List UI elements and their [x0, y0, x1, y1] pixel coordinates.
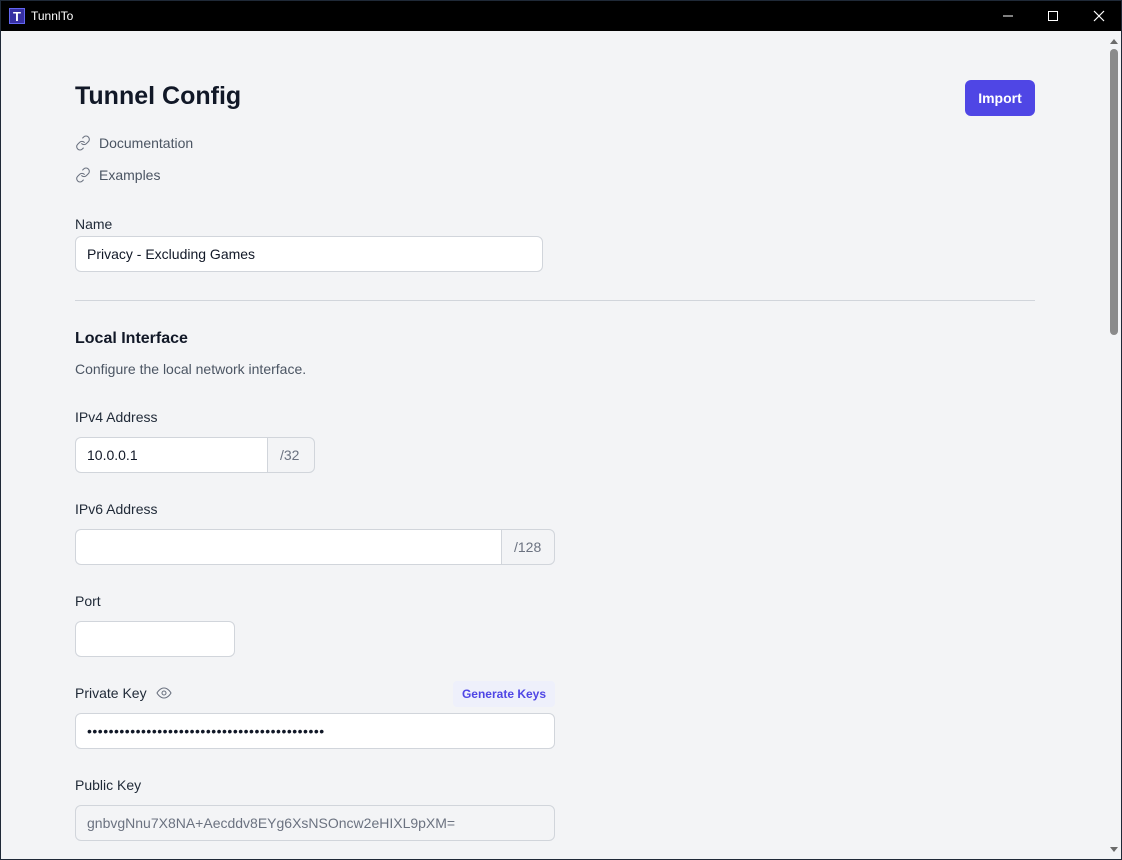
app-logo: T — [9, 8, 25, 24]
page-title: Tunnel Config — [75, 82, 242, 110]
maximize-icon — [1048, 11, 1058, 21]
ipv6-field-group: /128 — [75, 529, 555, 565]
ipv4-cidr-suffix: /32 — [267, 437, 315, 473]
ipv6-cidr-suffix: /128 — [501, 529, 555, 565]
arrow-down-icon — [1110, 847, 1118, 852]
main-content: Tunnel Config Import Documentation Examp… — [1, 32, 1106, 859]
port-input[interactable] — [75, 621, 235, 657]
ipv4-label: IPv4 Address — [75, 409, 158, 425]
scroll-down-button[interactable] — [1107, 843, 1121, 857]
scroll-up-button[interactable] — [1107, 34, 1121, 48]
close-icon — [1093, 10, 1105, 22]
arrow-up-icon — [1110, 39, 1118, 44]
ipv4-input[interactable]: 10.0.0.1 — [75, 437, 267, 473]
minimize-icon — [1003, 15, 1013, 17]
private-key-label-row: Private Key — [75, 685, 172, 701]
close-button[interactable] — [1076, 1, 1122, 31]
documentation-link[interactable]: Documentation — [75, 135, 193, 151]
examples-link[interactable]: Examples — [75, 167, 160, 183]
generate-keys-button[interactable]: Generate Keys — [453, 681, 555, 707]
ipv4-field-group: 10.0.0.1 /32 — [75, 437, 315, 473]
section-title-local-interface: Local Interface — [75, 330, 188, 347]
import-button[interactable]: Import — [965, 80, 1035, 116]
ipv4-input-value: 10.0.0.1 — [87, 447, 138, 463]
private-key-input[interactable]: ••••••••••••••••••••••••••••••••••••••••… — [75, 713, 555, 749]
maximize-button[interactable] — [1030, 1, 1076, 31]
window-title: TunnlTo — [31, 9, 74, 23]
public-key-value: gnbvgNnu7X8NA+Aecddv8EYg6XsNSOncw2eHIXL9… — [87, 815, 456, 831]
ipv6-label: IPv6 Address — [75, 501, 158, 517]
section-description: Configure the local network interface. — [75, 361, 307, 377]
private-key-label: Private Key — [75, 685, 147, 701]
documentation-link-label: Documentation — [99, 135, 194, 151]
name-label: Name — [75, 216, 113, 232]
port-label: Port — [75, 593, 101, 609]
public-key-label: Public Key — [75, 777, 142, 793]
link-icon — [76, 167, 90, 183]
minimize-button[interactable] — [985, 1, 1031, 31]
examples-link-label: Examples — [99, 167, 161, 183]
section-divider — [75, 300, 1035, 301]
private-key-masked-value: ••••••••••••••••••••••••••••••••••••••••… — [87, 723, 325, 739]
ipv6-input[interactable] — [75, 529, 501, 565]
eye-icon[interactable] — [156, 685, 172, 701]
scrollbar-thumb[interactable] — [1110, 49, 1118, 335]
public-key-input[interactable]: gnbvgNnu7X8NA+Aecddv8EYg6XsNSOncw2eHIXL9… — [75, 805, 555, 841]
title-bar: T TunnlTo — [1, 1, 1121, 31]
vertical-scrollbar[interactable] — [1107, 32, 1121, 859]
name-input-value: Privacy - Excluding Games — [87, 246, 256, 262]
link-icon — [76, 135, 90, 151]
name-input[interactable]: Privacy - Excluding Games — [75, 236, 543, 272]
